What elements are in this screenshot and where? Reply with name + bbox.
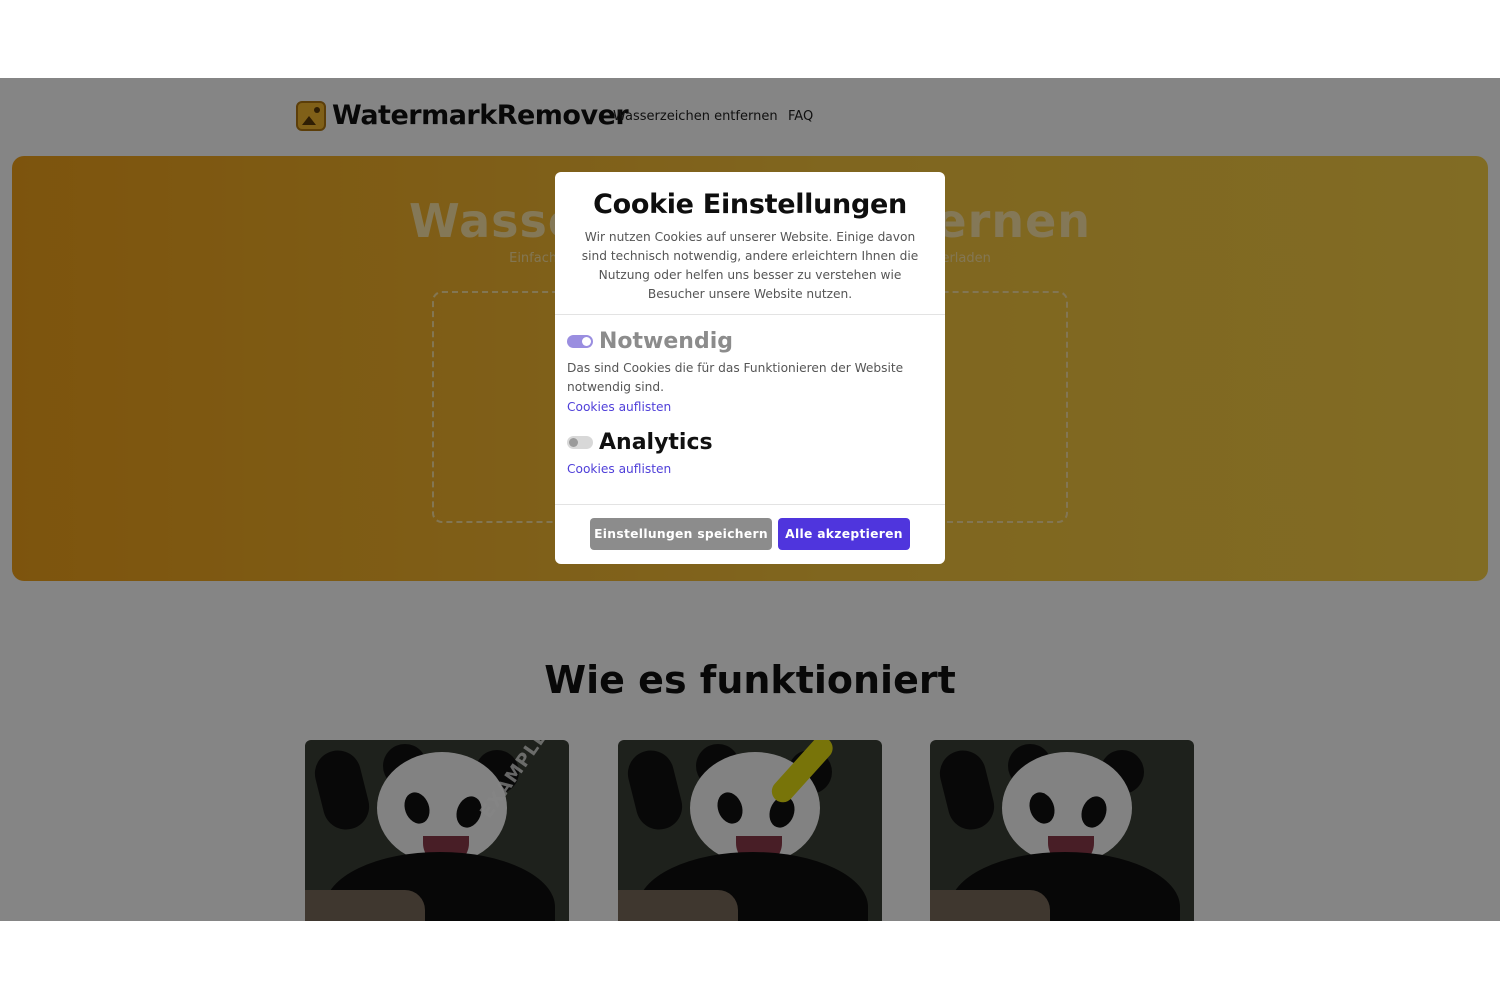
analytics-toggle[interactable] [567, 436, 593, 449]
cookie-category-necessary: Notwendig Das sind Cookies die für das F… [567, 329, 907, 417]
category-name: Notwendig [599, 329, 733, 354]
necessary-toggle[interactable] [567, 335, 593, 348]
dialog-title: Cookie Einstellungen [593, 189, 907, 220]
divider [555, 504, 945, 505]
category-name: Analytics [599, 430, 713, 455]
list-cookies-link[interactable]: Cookies auflisten [567, 398, 907, 417]
dialog-description: Wir nutzen Cookies auf unserer Website. … [581, 230, 919, 301]
category-description: Das sind Cookies die für das Funktionier… [567, 361, 904, 394]
cookie-settings-dialog: Cookie Einstellungen Wir nutzen Cookies … [555, 172, 945, 564]
accept-all-button[interactable]: Alle akzeptieren [778, 518, 910, 550]
list-cookies-link[interactable]: Cookies auflisten [567, 460, 713, 479]
page: WatermarkRemover Wasserzeichen entfernen… [0, 78, 1500, 921]
cookie-category-analytics: Analytics Cookies auflisten [567, 430, 713, 479]
divider [555, 314, 945, 315]
save-settings-button[interactable]: Einstellungen speichern [590, 518, 772, 550]
